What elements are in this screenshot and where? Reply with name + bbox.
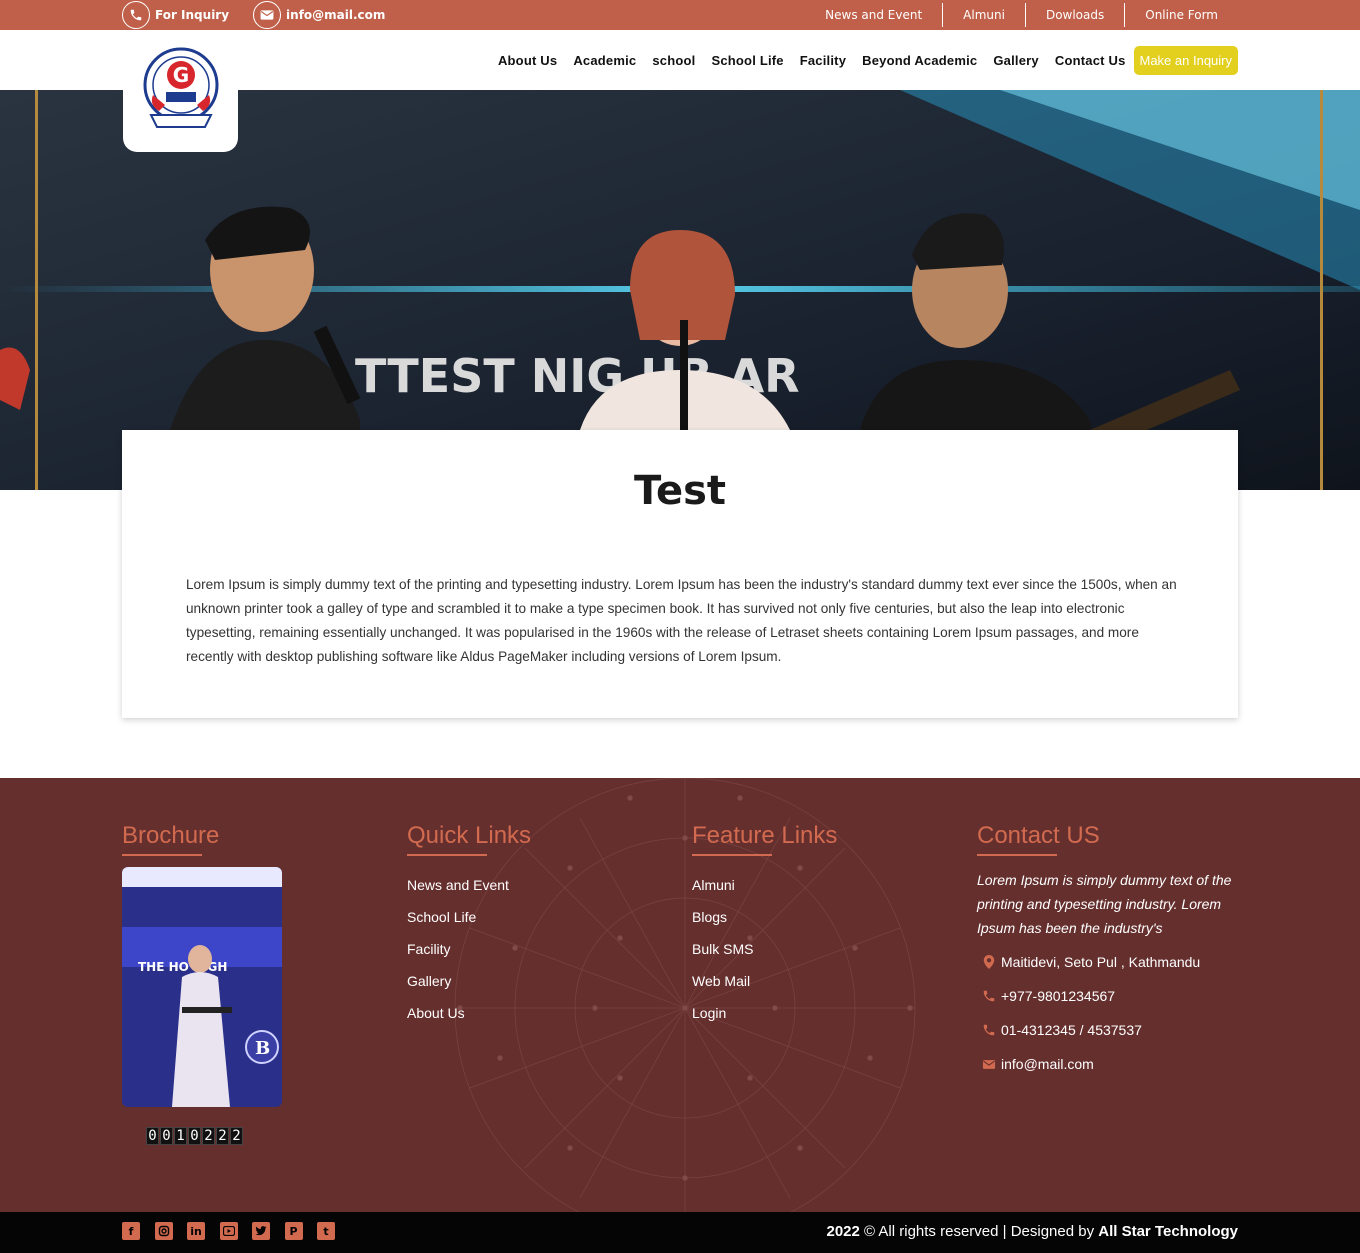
brochure-title: Brochure [122, 822, 220, 849]
quick-link-school-life[interactable]: School Life [407, 901, 531, 933]
topbar-link-downloads[interactable]: Dowloads [1024, 3, 1124, 27]
quick-link-about-us[interactable]: About Us [407, 997, 531, 1029]
feature-link-bulk-sms[interactable]: Bulk SMS [692, 933, 837, 965]
copyright-year: 2022 [826, 1223, 860, 1240]
feature-links-title: Feature Links [692, 822, 838, 849]
counter-digit: 0 [160, 1127, 173, 1145]
envelope-icon [977, 1059, 1001, 1070]
topbar-link-online-form[interactable]: Online Form [1124, 3, 1238, 27]
nav-contact-us[interactable]: Contact Us [1055, 53, 1126, 68]
envelope-icon [253, 1, 282, 29]
feature-link-login[interactable]: Login [692, 997, 837, 1029]
quick-links-title: Quick Links [407, 822, 532, 849]
feature-link-almuni[interactable]: Almuni [692, 869, 837, 901]
brochure-photo: THE HO NIGH B [122, 867, 282, 1107]
quick-link-gallery[interactable]: Gallery [407, 965, 531, 997]
school-logo[interactable]: G [123, 30, 238, 152]
quick-link-facility[interactable]: Facility [407, 933, 531, 965]
page-title: Test [633, 468, 727, 514]
pinterest-icon[interactable]: P [284, 1222, 303, 1240]
visitor-counter: 0 0 1 0 2 2 2 [146, 1127, 282, 1145]
nav-gallery[interactable]: Gallery [993, 53, 1039, 68]
brochure-image[interactable]: THE HO NIGH B [122, 867, 282, 1107]
make-inquiry-button[interactable]: Make an Inquiry [1133, 45, 1238, 75]
twitter-icon[interactable] [252, 1222, 270, 1240]
contact-email[interactable]: info@mail.com [977, 1052, 1237, 1076]
top-bar: For Inquiry info@mail.com News and Event… [0, 0, 1360, 30]
inquiry-label: For Inquiry [155, 8, 230, 22]
svg-text:G: G [172, 63, 188, 87]
phone-icon [977, 989, 1001, 1003]
youtube-icon[interactable] [219, 1222, 238, 1240]
nav-beyond-academic[interactable]: Beyond Academic [862, 53, 977, 68]
topbar-link-almuni[interactable]: Almuni [942, 3, 1025, 27]
counter-digit: 2 [230, 1127, 243, 1145]
nav-academic[interactable]: Academic [573, 53, 636, 68]
feature-link-web-mail[interactable]: Web Mail [692, 965, 837, 997]
footer: Brochure THE HO NIGH B 0 0 1 0 2 2 2 Qui… [0, 778, 1360, 1212]
counter-digit: 1 [174, 1127, 187, 1145]
social-links: f in P t [122, 1222, 350, 1240]
designer-link[interactable]: All Star Technology [1098, 1223, 1238, 1240]
nav-facility[interactable]: Facility [800, 53, 846, 68]
landline-text: 01-4312345 / 4537537 [1001, 1022, 1142, 1038]
svg-text:THE HO NIGH: THE HO NIGH [138, 960, 227, 974]
contact-title: Contact US [977, 822, 1100, 849]
quick-links-section: Quick Links News and Event School Life F… [407, 822, 531, 1029]
mobile-text: +977-9801234567 [1001, 988, 1116, 1004]
feature-links-section: Feature Links Almuni Blogs Bulk SMS Web … [692, 822, 837, 1029]
brochure-section: Brochure THE HO NIGH B 0 0 1 0 2 2 2 [122, 822, 282, 1145]
nav-school[interactable]: school [652, 53, 695, 68]
phone-icon [122, 1, 150, 29]
feature-link-blogs[interactable]: Blogs [692, 901, 837, 933]
school-emblem-icon: G [143, 47, 218, 128]
phone-icon [977, 1023, 1001, 1037]
counter-digit: 0 [146, 1127, 159, 1145]
topbar-link-news[interactable]: News and Event [825, 3, 942, 27]
contact-landline[interactable]: 01-4312345 / 4537537 [977, 1018, 1237, 1042]
quick-links-underline [407, 854, 487, 856]
contact-mobile[interactable]: +977-9801234567 [977, 984, 1237, 1008]
contact-underline [977, 854, 1057, 856]
contact-address: Maitidevi, Seto Pul , Kathmandu [977, 950, 1237, 974]
brochure-underline [122, 854, 202, 856]
contact-description: Lorem Ipsum is simply dummy text of the … [977, 872, 1232, 936]
content-card: Test Lorem Ipsum is simply dummy text of… [122, 430, 1238, 718]
feature-links-underline [692, 854, 772, 856]
address-text: Maitidevi, Seto Pul , Kathmandu [1001, 954, 1201, 970]
inquiry-link[interactable]: For Inquiry [122, 1, 229, 29]
email-link[interactable]: info@mail.com [253, 1, 385, 29]
counter-digit: 2 [216, 1127, 229, 1145]
nav-about-us[interactable]: About Us [498, 53, 557, 68]
copyright-text: 2022 © All rights reserved | Designed by… [826, 1223, 1238, 1240]
linkedin-icon[interactable]: in [187, 1222, 205, 1240]
nav-school-life[interactable]: School Life [711, 53, 783, 68]
email-text: info@mail.com [1001, 1056, 1094, 1072]
topbar-email: info@mail.com [286, 8, 386, 22]
facebook-icon[interactable]: f [122, 1222, 140, 1240]
page-body: Lorem Ipsum is simply dummy text of the … [186, 577, 1177, 664]
counter-digit: 2 [202, 1127, 215, 1145]
counter-digit: 0 [188, 1127, 201, 1145]
svg-text:B: B [255, 1038, 270, 1059]
map-pin-icon [977, 955, 1001, 969]
quick-link-news[interactable]: News and Event [407, 869, 531, 901]
copyright-rights: © All rights reserved | Designed by [859, 1223, 1099, 1240]
tumblr-icon[interactable]: t [317, 1222, 335, 1240]
contact-section: Contact US Lorem Ipsum is simply dummy t… [977, 822, 1237, 1076]
bottom-bar: f in P t 2022 © All rights reserved | De… [0, 1212, 1360, 1253]
instagram-icon[interactable] [154, 1222, 173, 1240]
main-nav: About Us Academic school School Life Fac… [482, 45, 1238, 75]
